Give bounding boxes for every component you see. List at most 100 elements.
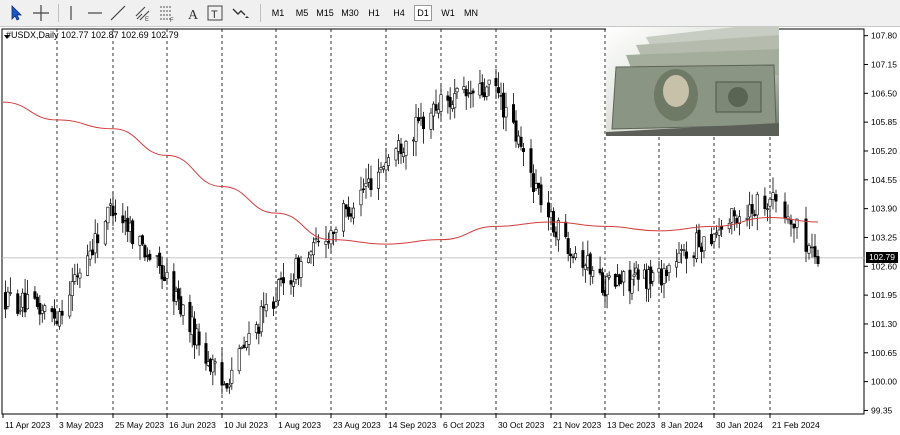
candle-body	[816, 256, 820, 265]
candle-body	[93, 233, 97, 254]
text-label-icon[interactable]: T	[205, 3, 225, 23]
candle-body	[262, 306, 266, 309]
candle-body	[583, 265, 587, 270]
candle-body	[429, 112, 433, 130]
candle-body	[519, 136, 523, 147]
y-tick-label: 99.35	[871, 405, 893, 415]
y-tick-label: 101.30	[871, 319, 897, 329]
candle-body	[692, 255, 696, 258]
candle-body	[384, 162, 388, 171]
candle-body	[331, 231, 335, 234]
candle-body	[607, 275, 611, 278]
candle-body	[768, 198, 772, 207]
candle-body	[434, 104, 438, 111]
candle-body	[379, 167, 383, 171]
candle-body	[792, 223, 796, 229]
candle-body	[158, 252, 162, 267]
candle-body	[311, 242, 315, 256]
candle-body	[334, 229, 338, 233]
candle-body	[677, 252, 681, 263]
candle-body	[394, 148, 398, 161]
candle-body	[813, 246, 817, 258]
text-icon[interactable]: A	[183, 3, 203, 23]
x-tick-label: 10 Jul 2023	[224, 420, 268, 430]
vertical-line-icon[interactable]	[61, 3, 81, 23]
candle-body	[436, 109, 440, 114]
candle-body	[632, 274, 636, 277]
horizontal-line-icon[interactable]	[85, 3, 105, 23]
x-tick-label: 11 Apr 2023	[5, 420, 50, 430]
candle-body	[598, 268, 602, 274]
candle-body	[727, 223, 731, 230]
candle-body	[662, 268, 666, 284]
candle-body	[163, 276, 167, 281]
timeframe-h1[interactable]: H1	[364, 5, 384, 21]
candle-body	[679, 249, 683, 251]
candle-body	[601, 272, 605, 293]
candle-body	[33, 291, 37, 299]
candle-body	[369, 178, 373, 190]
candle-body	[35, 296, 39, 307]
candle-body	[8, 292, 12, 294]
candle-body	[630, 278, 634, 294]
candle-body	[504, 107, 508, 118]
timeframe-m30[interactable]: M30	[338, 5, 362, 21]
candle-body	[53, 308, 57, 319]
candle-body	[511, 104, 515, 123]
candle-body	[106, 206, 110, 224]
candle-body	[702, 236, 706, 252]
y-tick-label: 107.80	[871, 31, 897, 41]
timeframe-d1[interactable]: D1	[414, 5, 432, 21]
chart-area[interactable]: 11 Apr 2023 3 May 2023 25 May 2023 16 Jun 2…	[0, 27, 900, 435]
timeframe-m1[interactable]: M1	[268, 5, 288, 21]
candle-body	[529, 148, 533, 173]
arrows-icon[interactable]	[230, 3, 250, 23]
candle-body	[618, 274, 622, 285]
cursor-icon[interactable]	[6, 3, 26, 23]
candle-body	[651, 272, 655, 282]
timeframe-h4[interactable]: H4	[389, 5, 409, 21]
x-tick-label: 21 Nov 2023	[553, 420, 601, 430]
candle-body	[197, 331, 201, 346]
candle-body	[242, 344, 246, 348]
candle-body	[222, 383, 226, 386]
trendline-icon[interactable]	[108, 3, 128, 23]
candle-body	[26, 294, 30, 310]
candle-body	[160, 265, 164, 280]
candle-body	[496, 87, 500, 94]
candle-body	[257, 326, 261, 334]
candle-body	[291, 281, 295, 287]
candle-body	[111, 205, 115, 217]
candle-body	[419, 117, 423, 119]
candle-body	[697, 229, 701, 247]
candle-body	[421, 116, 425, 130]
fibonacci-icon[interactable]: F	[157, 3, 177, 23]
x-tick-label: 13 Dec 2023	[607, 420, 655, 430]
candle-body	[40, 309, 44, 314]
candle-body	[346, 206, 350, 217]
candle-body	[684, 251, 688, 259]
candle-body	[717, 229, 721, 236]
candle-body	[586, 255, 590, 268]
crosshair-icon[interactable]	[31, 3, 51, 23]
candle-body	[591, 270, 595, 277]
y-tick-label: 106.50	[871, 88, 897, 98]
candle-body	[364, 183, 368, 187]
toolbar-separator	[260, 4, 261, 22]
timeframe-m5[interactable]: M5	[292, 5, 312, 21]
equidistant-channel-icon[interactable]: E	[133, 3, 153, 23]
x-tick-label: 8 Jan 2024	[661, 420, 703, 430]
candle-body	[274, 301, 278, 308]
candle-body	[659, 268, 663, 286]
timeframe-w1[interactable]: W1	[438, 5, 458, 21]
candle-body	[574, 253, 578, 259]
candle-body	[279, 277, 283, 280]
y-tick-label: 103.90	[871, 204, 897, 214]
candle-body	[140, 235, 144, 245]
timeframe-mn[interactable]: MN	[460, 5, 482, 21]
candle-body	[581, 250, 585, 268]
candle-body	[289, 280, 293, 285]
candle-body	[6, 291, 10, 307]
candle-body	[414, 116, 418, 142]
timeframe-m15[interactable]: M15	[314, 5, 336, 21]
